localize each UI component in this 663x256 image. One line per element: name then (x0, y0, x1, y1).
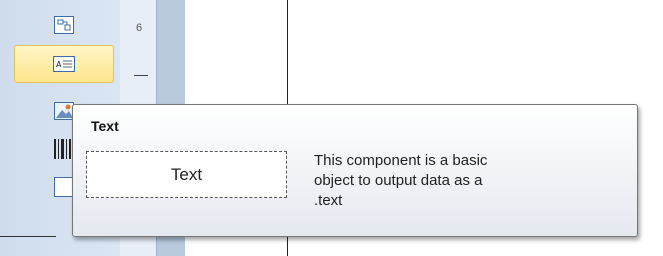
image-icon (54, 102, 74, 120)
barcode-icon (54, 139, 74, 159)
tooltip-title: Text (91, 118, 119, 134)
tooltip-preview-box: Text (86, 151, 287, 198)
svg-text:A: A (56, 60, 62, 69)
panel-icon (54, 177, 74, 197)
subreport-icon (54, 16, 74, 34)
component-tooltip: Text Text This component is a basic obje… (72, 104, 638, 237)
ruler-number: 6 (136, 22, 143, 34)
ruler-tick (134, 75, 148, 76)
tooltip-preview-text: Text (170, 164, 203, 184)
toolbar-divider (0, 236, 56, 237)
tooltip-description: This component is a basic object to outp… (314, 152, 488, 209)
toolbar-button-text[interactable]: A (14, 45, 114, 83)
text-icon: A (53, 56, 75, 72)
toolbar-button-subreport[interactable] (14, 6, 114, 44)
